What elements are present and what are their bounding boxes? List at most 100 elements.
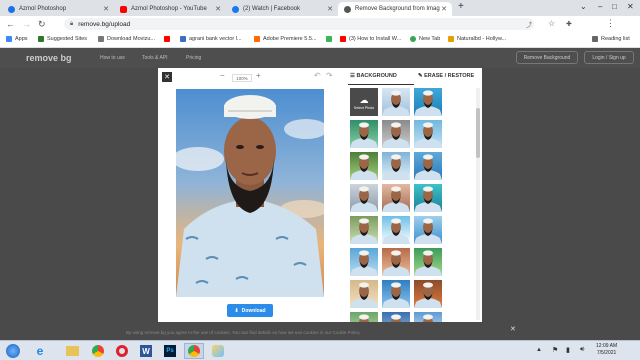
bookmark-adobe-premiere[interactable]: Adobe Premiere 5.5... xyxy=(254,36,317,42)
ie-icon xyxy=(38,36,44,42)
browser-tab-3[interactable]: (2) Watch | Facebook ✕ xyxy=(226,2,338,16)
download-button[interactable]: ⬇ Download xyxy=(227,304,273,317)
background-thumbnail[interactable] xyxy=(414,120,442,148)
bookmark-naturalbd[interactable]: Naturalbd - Hollyw... xyxy=(448,36,506,42)
chrome-icon xyxy=(92,345,104,357)
close-editor-button[interactable]: ✕ xyxy=(162,72,172,82)
bookmark-new-tab[interactable]: New Tab xyxy=(410,36,440,42)
editor-modal: − 100% + ↶ ↷ ⬇ Download ☰ BACKGROUND ✎ E… xyxy=(158,68,482,322)
background-thumbnail[interactable] xyxy=(350,120,378,148)
cookie-close-icon[interactable]: ✕ xyxy=(510,325,516,333)
zoom-out-button[interactable]: − xyxy=(220,71,225,80)
reload-icon[interactable]: ↻ xyxy=(38,19,46,30)
background-thumbnail[interactable] xyxy=(350,184,378,212)
close-tab-icon[interactable]: ✕ xyxy=(441,5,447,13)
bookmark-how-to-install[interactable]: (3) How to Install W... xyxy=(340,36,401,42)
back-icon[interactable]: ← xyxy=(6,19,15,29)
background-thumbnail[interactable] xyxy=(414,280,442,308)
background-thumbnail[interactable] xyxy=(350,152,378,180)
lock-icon[interactable]: 🔒︎ xyxy=(70,21,73,28)
bookmark-suggested-sites[interactable]: Suggested Sites xyxy=(38,36,87,42)
background-thumbnail[interactable] xyxy=(414,312,442,322)
network-icon[interactable]: ▮ xyxy=(566,346,570,354)
chrome-icon xyxy=(188,345,200,357)
bookmark-green[interactable] xyxy=(326,36,335,42)
bookmark-apps[interactable]: Apps xyxy=(6,36,28,42)
tab-erase-restore[interactable]: ✎ ERASE / RESTORE xyxy=(418,73,474,79)
close-window-button[interactable]: ✕ xyxy=(627,2,634,11)
tray-flag-icon[interactable]: ⚑ xyxy=(552,346,558,354)
background-thumbnail[interactable] xyxy=(414,152,442,180)
bookmark-label: Suggested Sites xyxy=(47,36,88,42)
start-button[interactable] xyxy=(2,343,24,359)
bookmark-star-icon[interactable]: ☆ xyxy=(548,19,555,28)
share-icon[interactable]: ⤴ xyxy=(526,20,532,29)
close-tab-icon[interactable]: ✕ xyxy=(215,5,221,13)
close-tab-icon[interactable]: ✕ xyxy=(103,5,109,13)
background-thumbnail[interactable] xyxy=(382,280,410,308)
redo-icon[interactable]: ↷ xyxy=(326,71,333,80)
taskbar-explorer[interactable] xyxy=(62,343,82,359)
nav-tools-api[interactable]: Tools & API xyxy=(142,55,168,61)
background-thumbnail[interactable] xyxy=(350,312,378,322)
tray-arrow-icon[interactable]: ▲ xyxy=(536,347,542,353)
taskbar-opera[interactable] xyxy=(112,343,132,359)
browser-tab-4[interactable]: Remove Background from Imag ✕ xyxy=(338,2,452,16)
background-thumbnail[interactable] xyxy=(414,184,442,212)
close-tab-icon[interactable]: ✕ xyxy=(327,5,333,13)
tab-search-icon[interactable]: ⌄ xyxy=(580,2,587,11)
site-header: remove bg How to use Tools & API Pricing… xyxy=(0,48,640,68)
taskbar-photoshop[interactable]: Ps xyxy=(160,343,180,359)
bookmark-youtube[interactable] xyxy=(164,36,173,42)
volume-icon[interactable]: 🔊︎ xyxy=(580,346,584,354)
taskbar-chrome-active[interactable] xyxy=(184,343,204,359)
taskbar-word[interactable]: W xyxy=(136,343,156,359)
bookmark-agrani-bank[interactable]: agrani bank vector l... xyxy=(180,36,242,42)
select-photo-button[interactable]: ☁ Select Photo xyxy=(350,88,378,116)
background-thumbnail[interactable] xyxy=(414,216,442,244)
background-thumbnail[interactable] xyxy=(350,280,378,308)
menu-icon[interactable]: ⋮ xyxy=(606,18,615,29)
zoom-in-button[interactable]: + xyxy=(256,71,261,80)
background-thumbnail[interactable] xyxy=(414,248,442,276)
background-thumbnail[interactable] xyxy=(382,216,410,244)
facebook-icon xyxy=(232,5,239,13)
background-thumbnail[interactable] xyxy=(350,216,378,244)
background-thumbnail[interactable] xyxy=(350,248,378,276)
nav-pricing[interactable]: Pricing xyxy=(186,55,201,61)
reading-list[interactable]: Reading list xyxy=(592,36,630,42)
nav-how-to-use[interactable]: How to use xyxy=(100,55,125,61)
folder-icon xyxy=(65,346,79,356)
background-thumbnail[interactable] xyxy=(382,312,410,322)
minimize-button[interactable]: – xyxy=(598,2,602,11)
browser-tab-2[interactable]: Azmol Photoshop - YouTube ✕ xyxy=(114,2,226,16)
thumbnail-portrait xyxy=(423,314,433,322)
taskbar-chrome[interactable] xyxy=(88,343,108,359)
background-thumbnail[interactable] xyxy=(414,88,442,116)
taskbar-ie[interactable]: e xyxy=(30,343,50,359)
apps-icon xyxy=(6,36,12,42)
system-clock[interactable]: 12:09 AM 7/5/2021 xyxy=(596,343,617,357)
remove-background-button[interactable]: Remove Background xyxy=(516,51,578,64)
bookmark-download-movizu[interactable]: Download Movizu... xyxy=(98,36,155,42)
site-logo[interactable]: remove bg xyxy=(26,53,72,63)
address-bar[interactable]: 🔒︎ remove.bg/upload xyxy=(64,18,534,30)
undo-icon[interactable]: ↶ xyxy=(314,71,321,80)
background-thumbnail[interactable] xyxy=(382,152,410,180)
photoshop-icon: Ps xyxy=(164,345,176,357)
login-button[interactable]: Login / Sign up xyxy=(584,51,634,64)
background-thumbnail[interactable] xyxy=(382,88,410,116)
background-thumbnail[interactable] xyxy=(382,248,410,276)
taskbar-paint[interactable] xyxy=(208,343,228,359)
background-thumbnail[interactable] xyxy=(382,120,410,148)
panel-scrollbar-thumb[interactable] xyxy=(476,108,480,158)
active-tab-indicator xyxy=(348,84,414,85)
forward-icon[interactable]: → xyxy=(22,19,31,29)
maximize-button[interactable]: □ xyxy=(612,2,617,11)
youtube-icon xyxy=(120,5,127,13)
new-tab-button[interactable]: + xyxy=(458,1,464,12)
tab-background[interactable]: ☰ BACKGROUND xyxy=(350,73,397,79)
background-thumbnail[interactable] xyxy=(382,184,410,212)
extensions-icon[interactable]: ✚ xyxy=(566,20,572,28)
browser-tab-1[interactable]: Azmol Photoshop ✕ xyxy=(2,2,114,16)
